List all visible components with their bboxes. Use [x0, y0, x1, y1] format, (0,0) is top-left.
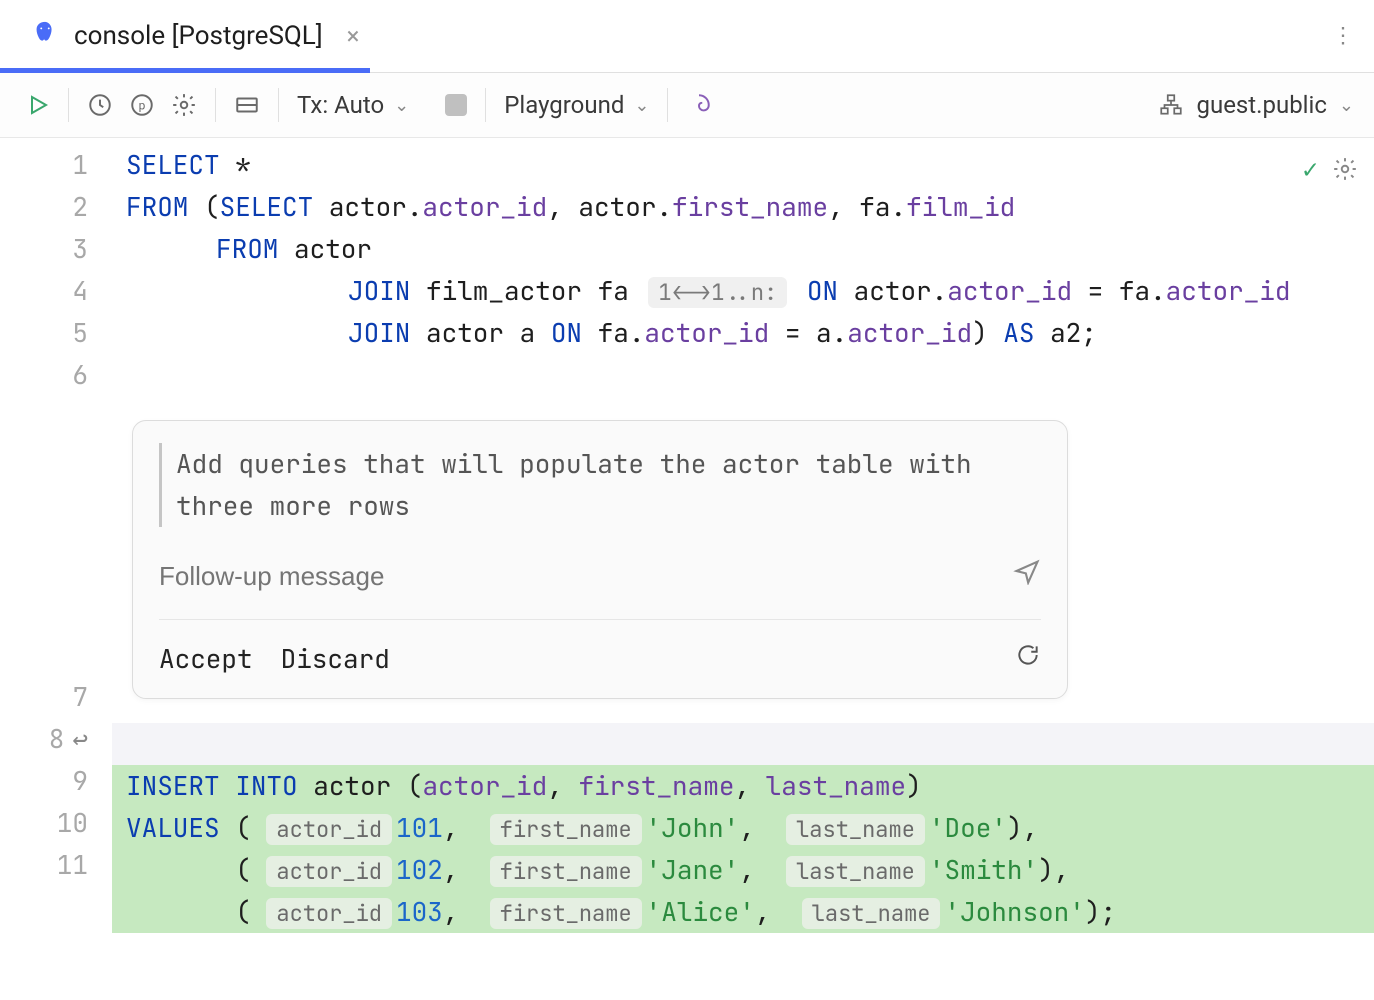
- playground-dropdown[interactable]: Playground ⌄: [504, 91, 649, 119]
- param-hint: actor_id: [266, 814, 392, 845]
- undo-icon[interactable]: ↩: [72, 718, 88, 760]
- line-number: 9: [0, 760, 88, 802]
- gutter: 1 2 3 4 5 6 7 8↩ 9 10 11: [0, 138, 112, 939]
- join-cardinality-hint: 1<->1..n:: [648, 277, 787, 308]
- toolbar: p Tx: Auto ⌄ Playground ⌄: [0, 73, 1374, 138]
- tab-bar: console [PostgreSQL] × ⋮: [0, 0, 1374, 73]
- chevron-down-icon: ⌄: [394, 95, 409, 116]
- line-number: 11: [0, 844, 88, 886]
- discard-button[interactable]: Discard: [281, 638, 390, 680]
- line-number: 10: [0, 802, 88, 844]
- chevron-down-icon: ⌄: [634, 95, 649, 116]
- param-hint: first_name: [490, 856, 642, 887]
- schema-selector[interactable]: guest.public ⌄: [1158, 91, 1354, 119]
- param-hint: actor_id: [266, 898, 392, 929]
- tx-mode-label: Tx: Auto: [297, 91, 384, 119]
- line-number: 6: [0, 354, 88, 396]
- ai-inline-panel: Add queries that will populate the actor…: [132, 420, 1068, 699]
- sql-editor[interactable]: ✓ 1 2 3 4 5 6 7 8↩ 9 10 11 SELECT * FROM…: [0, 138, 1374, 939]
- playground-label: Playground: [504, 91, 624, 119]
- tab-console[interactable]: console [PostgreSQL] ×: [0, 0, 377, 72]
- output-layout-icon[interactable]: [234, 92, 260, 118]
- code-area[interactable]: SELECT * FROM (SELECT actor.actor_id, ac…: [112, 138, 1374, 939]
- chevron-down-icon: ⌄: [1339, 95, 1354, 116]
- tab-active-indicator: [0, 68, 370, 73]
- param-hint: first_name: [490, 898, 642, 929]
- close-icon[interactable]: ×: [347, 22, 360, 50]
- line-number: 5: [0, 312, 88, 354]
- more-icon[interactable]: ⋮: [1332, 24, 1354, 49]
- history-icon[interactable]: [87, 92, 113, 118]
- schema-label: guest.public: [1196, 91, 1326, 119]
- line-number: 2: [0, 186, 88, 228]
- postgresql-icon: [30, 19, 60, 53]
- line-number: 8↩: [0, 718, 88, 760]
- param-hint: last_name: [802, 898, 941, 929]
- tx-mode-dropdown[interactable]: Tx: Auto ⌄: [297, 91, 409, 119]
- ai-swirl-icon[interactable]: [686, 92, 712, 118]
- line-number: 7: [0, 676, 88, 718]
- param-hint: last_name: [786, 856, 925, 887]
- line-number: 1: [0, 144, 88, 186]
- send-icon[interactable]: [1013, 555, 1041, 597]
- stop-icon[interactable]: [445, 94, 467, 116]
- line-number: 4: [0, 270, 88, 312]
- regenerate-icon[interactable]: [1015, 638, 1041, 680]
- tab-title: console [PostgreSQL]: [74, 21, 323, 51]
- settings-icon[interactable]: [171, 92, 197, 118]
- run-icon[interactable]: [26, 93, 50, 117]
- accept-button[interactable]: Accept: [159, 638, 253, 680]
- line-number: 3: [0, 228, 88, 270]
- param-hint: first_name: [490, 814, 642, 845]
- svg-text:p: p: [139, 98, 146, 112]
- ai-prompt-text: Add queries that will populate the actor…: [159, 443, 1041, 527]
- blank-line: [112, 723, 1374, 765]
- ai-followup-input[interactable]: [159, 561, 865, 592]
- explain-plan-icon[interactable]: p: [129, 92, 155, 118]
- param-hint: actor_id: [266, 856, 392, 887]
- ai-inserted-block: INSERT INTO actor (actor_id, first_name,…: [112, 765, 1374, 933]
- schema-icon: [1158, 92, 1184, 118]
- param-hint: last_name: [786, 814, 925, 845]
